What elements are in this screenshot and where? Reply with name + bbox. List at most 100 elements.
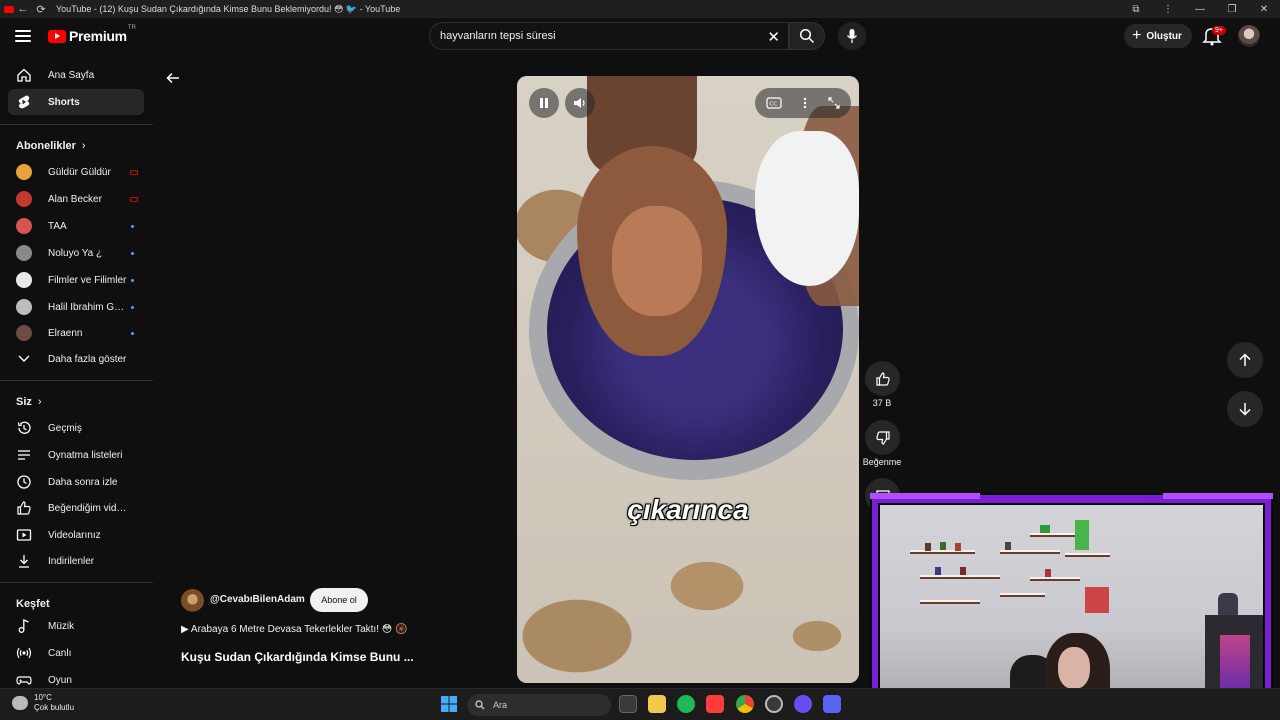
task-view-icon[interactable] [619, 695, 637, 713]
you-header[interactable]: Siz › [16, 396, 42, 408]
sidebar-divider [0, 380, 153, 381]
reload-icon[interactable]: ⟳ [32, 0, 50, 18]
sidebar-item-label: Oynatma listeleri [48, 449, 123, 461]
figure [940, 542, 946, 550]
playlist-icon [16, 447, 32, 463]
back-nav-icon[interactable]: ← [14, 0, 32, 18]
settings-gear-icon[interactable] [765, 695, 783, 713]
shorts-video-player[interactable]: CC çıkarınca [517, 76, 859, 683]
search-button[interactable] [789, 22, 825, 50]
channel-name: TAA [48, 220, 67, 232]
windows-taskbar: 10°C Çok bulutlu Ara [0, 688, 1280, 720]
like-count: 37 B [872, 398, 892, 408]
show-more-button[interactable]: Daha fazla göster [8, 346, 144, 372]
sidebar-item-watch-later[interactable]: Daha sonra izle [8, 469, 144, 495]
sidebar-item-label: Oyun [48, 674, 72, 686]
file-explorer-icon[interactable] [648, 695, 666, 713]
voice-search-button[interactable] [838, 22, 866, 50]
suggested-short-link[interactable]: ▶ Arabaya 6 Metre Devasa Tekerlekler Tak… [181, 624, 407, 635]
video-palm [612, 206, 702, 316]
shelf [1065, 553, 1110, 557]
app-circle-icon[interactable] [794, 695, 812, 713]
fullscreen-icon[interactable] [828, 97, 840, 109]
restore-button[interactable]: ❐ [1216, 4, 1248, 15]
figure [1045, 569, 1051, 577]
chevron-down-icon [16, 351, 32, 367]
channel-handle[interactable]: @CevabıBilenAdam [210, 594, 305, 605]
windows-start-icon[interactable] [440, 695, 458, 713]
sidebar-item-subscription[interactable]: Filmler ve Filimler [8, 267, 144, 293]
shelf [1030, 577, 1080, 581]
channel-name: Noluyo Ya ¿ [48, 247, 103, 259]
history-icon [16, 420, 32, 436]
microphone-icon [846, 29, 858, 43]
browser-menu-icon[interactable]: ⋮ [1152, 4, 1184, 15]
search-query: hayvanların tepsi süresi [440, 30, 556, 42]
account-avatar[interactable] [1238, 25, 1260, 47]
back-arrow-icon[interactable] [165, 70, 181, 86]
chevron-right-icon: › [37, 396, 42, 408]
sidebar-item-live[interactable]: Canlı [8, 640, 144, 666]
more-options-icon[interactable] [803, 97, 807, 109]
weather-temperature: 10°C [34, 693, 52, 702]
taskbar-search[interactable]: Ara [467, 694, 611, 716]
search-input[interactable]: hayvanların tepsi süresi ✕ [429, 22, 789, 50]
spotify-icon[interactable] [677, 695, 695, 713]
channel-avatar [16, 191, 32, 207]
like-button[interactable] [865, 361, 900, 396]
red-box [1085, 587, 1109, 613]
close-window-button[interactable]: ✕ [1248, 4, 1280, 15]
sidebar-item-shorts[interactable]: Shorts [8, 89, 144, 115]
region-code: TR [127, 25, 136, 31]
search-icon [799, 28, 815, 44]
sidebar-item-subscription[interactable]: Güldür Güldür [8, 159, 144, 185]
sidebar-item-subscription[interactable]: Alan Becker [8, 186, 144, 212]
sidebar-item-label: İndirilenler [48, 555, 95, 567]
sidebar-item-downloads[interactable]: İndirilenler [8, 548, 144, 574]
create-button[interactable]: + Oluştur [1124, 24, 1192, 48]
browser-tab-title: YouTube - (12) Kuşu Sudan Çıkardığında K… [56, 3, 401, 14]
short-title[interactable]: Kuşu Sudan Çıkardığında Kimse Bunu ... [181, 650, 414, 664]
subscriptions-header[interactable]: Abonelikler › [16, 140, 86, 152]
dislike-button[interactable] [865, 420, 900, 455]
sidebar-item-liked-videos[interactable]: Beğendiğim videolar [8, 495, 144, 521]
discord-icon[interactable] [823, 695, 841, 713]
pause-button[interactable] [529, 88, 559, 118]
volume-button[interactable] [565, 88, 595, 118]
sidebar-item-label: Shorts [48, 96, 80, 108]
sidebar-item-subscription[interactable]: Elraenn [8, 320, 144, 346]
sidebar-item-subscription[interactable]: TAA [8, 213, 144, 239]
weather-widget[interactable]: 10°C Çok bulutlu [12, 693, 74, 713]
sidebar-item-music[interactable]: Müzik [8, 613, 144, 639]
sidebar-item-subscription[interactable]: Halil İbrahim Gök... [8, 294, 144, 320]
taskbar-search-placeholder: Ara [493, 700, 508, 710]
sidebar-item-playlists[interactable]: Oynatma listeleri [8, 442, 144, 468]
channel-avatar [16, 245, 32, 261]
sidebar-item-your-videos[interactable]: Videolarınız [8, 522, 144, 548]
youtube-app-icon[interactable] [706, 695, 724, 713]
sidebar-item-history[interactable]: Geçmiş [8, 415, 144, 441]
minimize-button[interactable]: — [1184, 4, 1216, 15]
live-indicator-icon [130, 169, 138, 175]
next-short-button[interactable] [1227, 391, 1263, 427]
sidebar-item-home[interactable]: Ana Sayfa [8, 62, 144, 88]
previous-short-button[interactable] [1227, 342, 1263, 378]
chrome-icon[interactable] [736, 695, 754, 713]
figure [955, 543, 961, 551]
youtube-logo[interactable]: Premium TR [48, 25, 136, 44]
explore-header: Keşfet [16, 598, 50, 610]
sidebar-divider [0, 582, 153, 583]
sidebar-item-subscription[interactable]: Noluyo Ya ¿ [8, 240, 144, 266]
youtube-play-icon [48, 29, 66, 43]
new-content-dot [131, 278, 134, 282]
menu-icon[interactable] [15, 30, 31, 42]
youtube-favicon-icon [4, 5, 14, 13]
clear-search-icon[interactable]: ✕ [767, 28, 780, 46]
subscribe-button[interactable]: Abone ol [310, 588, 368, 612]
volume-icon [574, 98, 585, 108]
channel-avatar[interactable] [181, 589, 204, 612]
music-icon [16, 618, 32, 634]
captions-icon[interactable]: CC [766, 97, 782, 109]
extensions-icon[interactable]: ⧉ [1120, 4, 1152, 15]
thumbs-up-icon [16, 500, 32, 516]
